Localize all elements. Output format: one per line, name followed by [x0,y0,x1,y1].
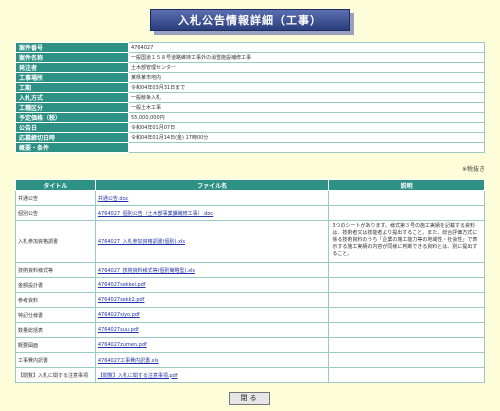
attachment-description [328,352,485,368]
info-label: 案件番号 [15,42,129,53]
attachment-title: 個別公告 [15,205,96,221]
attachment-file-cell: 4764027sekkei.pdf [94,277,330,293]
info-label: 公告日 [15,122,129,133]
attachment-row: 入札参加資格調書 4764027_入札参加資格調書(個別).xls 3つのシートがあ… [15,220,485,263]
info-row: 工期 令和04年03月31日まで [15,82,485,93]
info-row: 案件名称 一般国道１５８号道路維持工事外の消雪施設補修工事 [15,52,485,63]
attachment-file-cell: 4764027siyo.pdf [94,307,330,323]
info-value: 一般土木工事 [128,102,485,113]
attachment-description [328,205,485,221]
attachment-description [328,190,485,206]
attachment-title: 特記仕様書 [15,307,96,323]
info-value [128,142,485,153]
info-value: 55,000,000円 [128,112,485,123]
info-label: 予定価格（税） [15,112,129,123]
attachment-description [328,277,485,293]
page-title-banner: 入札公告情報詳細（工事） [150,9,354,35]
info-row: 工種区分 一般土木工事 [15,102,485,113]
attachment-title: 【閲覧】入札に関する注意事項 [15,367,96,383]
info-value: 令和04年01月07日 [128,122,485,133]
info-label: 入札方式 [15,92,129,103]
attachment-row: 参考資料 4764027sekk2.pdf [15,292,485,308]
tax-note: ※税抜き [461,166,485,173]
info-row: 工事場所 某県某市地内 [15,72,485,83]
info-label: 工期 [15,82,129,93]
attachment-file-cell: 【閲覧】入札に関する注意事項.pdf [94,367,330,383]
attachment-description [328,322,485,338]
attachment-title: 入札参加資格調書 [15,220,96,263]
attachment-file-cell: 4764027工事費内訳書.xls [94,352,330,368]
info-row: 入札方式 一般競争入札 [15,92,485,103]
info-row: 発注者 土木部管理センター [15,62,485,73]
attachment-file-cell: 4764027_入札参加資格調書(個別).xls [94,220,330,263]
close-button[interactable]: 閉る [229,392,270,405]
attachment-row: 数量総括表 4764027suu.pdf [15,322,485,338]
page-title: 入札公告情報詳細（工事） [150,9,350,31]
attachment-file-link[interactable]: 4764027_技術資料様式等(個別簡略型).xls [98,268,195,274]
attachment-row: 【閲覧】入札に関する注意事項 【閲覧】入札に関する注意事項.pdf [15,367,485,383]
attachment-title: 概要図面 [15,337,96,353]
info-value: 一般競争入札 [128,92,485,103]
attachment-row: 工事費内訳書 4764027工事費内訳書.xls [15,352,485,368]
attachment-file-link[interactable]: 4764027suu.pdf [98,327,139,333]
attachment-file-link[interactable]: 4764027siyo.pdf [98,312,140,318]
attachment-description [328,307,485,323]
info-row: 案件番号 4764027 [15,42,485,53]
attachment-file-link[interactable]: 共通公告.doc [98,196,129,202]
project-info-table: 案件番号 4764027 案件名称 一般国道１５８号道路維持工事外の消雪施設補修工事発… [15,42,485,153]
info-value: 土木部管理センター [128,62,485,73]
attachment-file-link[interactable]: 4764027工事費内訳書.xls [98,358,159,364]
attachment-file-link[interactable]: 4764027sekk2.pdf [98,297,145,303]
info-value: 一般国道１５８号道路維持工事外の消雪施設補修工事 [128,52,485,63]
info-label: 工事場所 [15,72,129,83]
attachment-title: 技術資料様式等 [15,262,96,278]
info-label: 発注者 [15,62,129,73]
attachment-title: 数量総括表 [15,322,96,338]
attachment-row: 特記仕様書 4764027siyo.pdf [15,307,485,323]
attachment-file-link[interactable]: 【閲覧】入札に関する注意事項.pdf [98,373,178,379]
attachment-description [328,367,485,383]
attachment-description [328,337,485,353]
attachment-file-link[interactable]: 4764027_入札参加資格調書(個別).xls [98,239,185,245]
attachment-title: 金額設計書 [15,277,96,293]
attachment-title: 参考資料 [15,292,96,308]
attachment-row: 概要図面 4764027zumen.pdf [15,337,485,353]
header-title: タイトル [15,179,96,191]
info-row: 予定価格（税） 55,000,000円 [15,112,485,123]
attachment-row: 技術資料様式等 4764027_技術資料様式等(個別簡略型).xls [15,262,485,278]
header-description: 説明 [328,179,485,191]
attachment-file-cell: 4764027suu.pdf [94,322,330,338]
attachment-row: 金額設計書 4764027sekkei.pdf [15,277,485,293]
info-label: 概要・条件 [15,142,129,153]
attachment-file-cell: 4764027_技術資料様式等(個別簡略型).xls [94,262,330,278]
info-row: 概要・条件 [15,142,485,153]
attachment-title: 共通公告 [15,190,96,206]
info-label: 応募締切日時 [15,132,129,143]
attachment-description: 3つのシートがあります。様式第３号の施工実績を記載する資料は、技術者又は技能者よ… [328,220,485,263]
info-value: 某県某市地内 [128,72,485,83]
info-value: 4764027 [128,42,485,53]
attachment-file-cell: 4764027_個別公告（土木部事業課補修工事）.doc [94,205,330,221]
attachment-description [328,292,485,308]
attachment-file-link[interactable]: 4764027zumen.pdf [98,342,147,348]
attachment-file-link[interactable]: 4764027_個別公告（土木部事業課補修工事）.doc [98,211,213,217]
attachments-table: タイトル ファイル名 説明 共通公告 共通公告.doc 個別公告 4764027_個別… [15,179,485,383]
info-label: 案件名称 [15,52,129,63]
header-filename: ファイル名 [94,179,330,191]
attachments-header-row: タイトル ファイル名 説明 [15,179,485,191]
attachment-title: 工事費内訳書 [15,352,96,368]
attachment-file-cell: 4764027sekk2.pdf [94,292,330,308]
info-value: 令和04年03月31日まで [128,82,485,93]
attachment-row: 個別公告 4764027_個別公告（土木部事業課補修工事）.doc [15,205,485,221]
attachment-description [328,262,485,278]
info-value: 令和04年01月14日(金) 17時00分 [128,132,485,143]
attachment-row: 共通公告 共通公告.doc [15,190,485,206]
info-label: 工種区分 [15,102,129,113]
attachment-file-cell: 共通公告.doc [94,190,330,206]
attachment-file-link[interactable]: 4764027sekkei.pdf [98,282,146,288]
attachment-file-cell: 4764027zumen.pdf [94,337,330,353]
info-row: 公告日 令和04年01月07日 [15,122,485,133]
info-row: 応募締切日時 令和04年01月14日(金) 17時00分 [15,132,485,143]
